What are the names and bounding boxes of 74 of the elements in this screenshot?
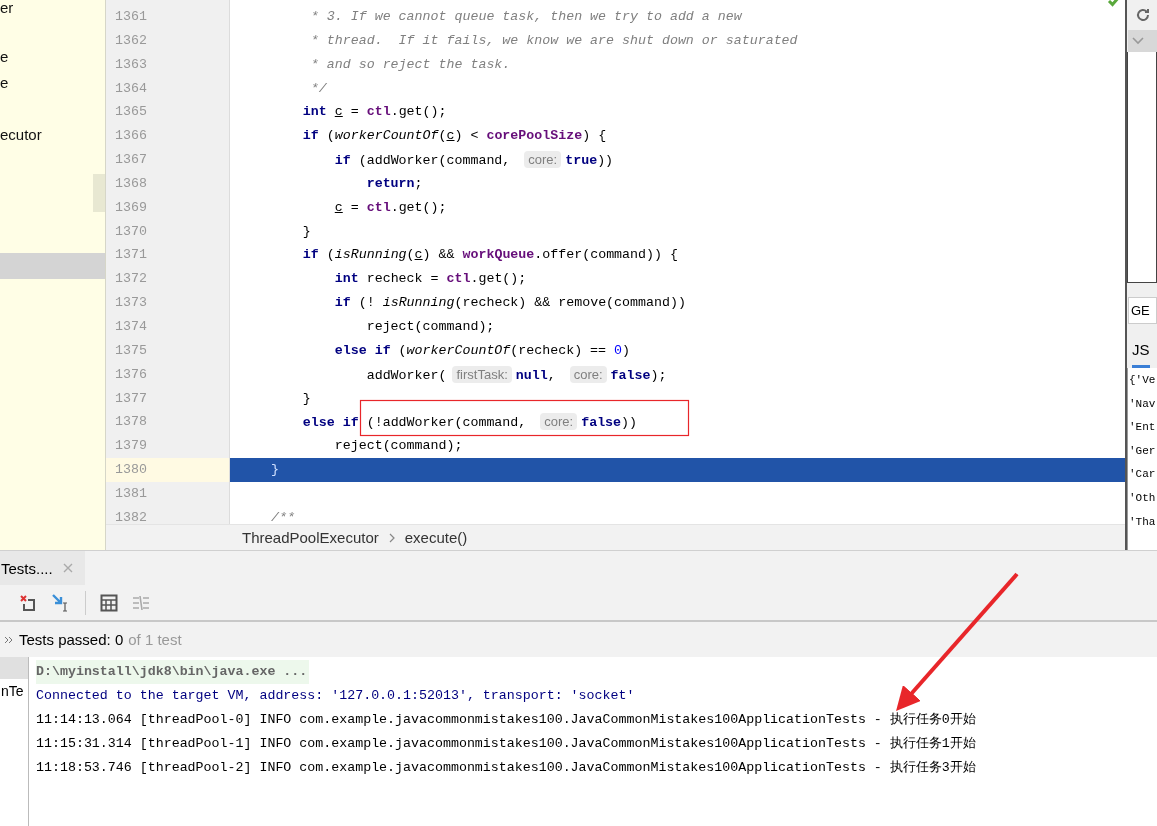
- code-line: c = ctl.get();: [333, 198, 448, 217]
- code-line: else if (workerCountOf(recheck) == 0): [333, 341, 632, 360]
- line-number: 1378: [114, 413, 148, 432]
- response-line: 'Ger: [1128, 443, 1157, 459]
- dropdown[interactable]: [1128, 30, 1157, 52]
- line-number: 1371: [114, 246, 148, 265]
- line-number: 1374: [114, 317, 148, 336]
- tree-item[interactable]: e: [0, 70, 105, 96]
- response-line: 'Ent: [1128, 420, 1157, 436]
- response-line: {'Ve: [1128, 373, 1157, 388]
- line-number: 1367: [114, 151, 148, 170]
- line-number: 1370: [114, 222, 148, 241]
- line-number: 1377: [114, 389, 148, 408]
- response-line: 'Car: [1128, 467, 1157, 483]
- text-area[interactable]: [1127, 52, 1157, 283]
- chevron-icon: [388, 532, 395, 543]
- response-line: 'Nav: [1128, 396, 1157, 412]
- line-number: 1365: [114, 103, 148, 122]
- line-number: 1379: [114, 437, 148, 456]
- code-line: }: [301, 222, 312, 241]
- code-line: if (addWorker(command, core: true)): [333, 150, 615, 171]
- expand-icon[interactable]: [4, 635, 14, 644]
- line-number: 1366: [114, 127, 148, 146]
- code-line: addWorker( firstTask: null, core: false);: [365, 364, 668, 385]
- chevron-down-icon: [1132, 37, 1144, 45]
- line-number: 1361: [114, 8, 148, 26]
- response-line: 'Tha: [1128, 514, 1157, 530]
- response-line: 'Oth: [1128, 490, 1157, 506]
- tree-item[interactable]: nTe: [1, 683, 24, 699]
- code-line: * thread. If it fails, we know we are shut down or saturated: [309, 31, 799, 50]
- tree-item[interactable]: ecutor: [0, 122, 105, 148]
- close-icon[interactable]: [62, 563, 73, 573]
- code-line: if (! isRunning(recheck) && remove(command)): [333, 294, 687, 313]
- code-line: }: [301, 389, 312, 408]
- line-number: 1375: [114, 341, 148, 360]
- code-line: int c = ctl.get();: [301, 103, 448, 122]
- code-line: if (isRunning(c) && workQueue.offer(command)) {: [301, 246, 679, 265]
- tree-item[interactable]: er: [0, 0, 105, 21]
- line-number: 1381: [114, 484, 148, 503]
- line-number: 1382: [114, 508, 148, 525]
- code-line: if (workerCountOf(c) < corePoolSize) {: [301, 127, 608, 146]
- scrollbar-thumb[interactable]: [93, 174, 105, 212]
- console-line: Connected to the target VM, address: '127.0.0.1:52013', transport: 'socket': [36, 687, 635, 705]
- test-count: of 1 test: [128, 631, 182, 648]
- line-number: 1368: [114, 174, 148, 193]
- method-field[interactable]: GE: [1128, 297, 1157, 324]
- line-number: 1364: [114, 79, 148, 98]
- breadcrumb-item[interactable]: execute(): [404, 529, 468, 546]
- test-status: Tests passed: 0: [19, 631, 124, 648]
- code-line: reject(command);: [333, 437, 464, 456]
- code-line: */: [309, 79, 328, 98]
- code-line: int recheck = ctl.get();: [333, 270, 528, 289]
- console-line: 11:14:13.064 [threadPool-0] INFO com.example.javacommonmistakes100.JavaCommonMistakes100ApplicationTests - 执行任务0开始: [36, 711, 976, 729]
- tree-item[interactable]: e: [0, 44, 105, 70]
- line-number: 1362: [114, 31, 148, 50]
- run-tab[interactable]: Tests....: [0, 551, 85, 585]
- line-number: 1372: [114, 270, 148, 289]
- code-line: * and so reject the task.: [309, 55, 512, 74]
- line-number: 1369: [114, 198, 148, 217]
- code-line: else if (!addWorker(command, core: false)): [301, 412, 639, 433]
- line-number: 1373: [114, 294, 148, 313]
- code-line: return;: [365, 174, 424, 193]
- line-number: 1363: [114, 55, 148, 74]
- console-line: 11:15:31.314 [threadPool-1] INFO com.example.javacommonmistakes100.JavaCommonMistakes100ApplicationTests - 执行任务1开始: [36, 735, 976, 753]
- code-line: * 3. If we cannot queue task, then we try to add a new: [309, 8, 743, 26]
- compare-icon[interactable]: [132, 593, 150, 612]
- console-line: 11:18:53.746 [threadPool-2] INFO com.example.javacommonmistakes100.JavaCommonMistakes100ApplicationTests - 执行任务3开始: [36, 759, 976, 777]
- code-line: /**: [269, 508, 296, 525]
- line-number: 1380: [106, 458, 229, 482]
- line-number: 1376: [114, 365, 148, 384]
- breadcrumb-item[interactable]: ThreadPoolExecutor: [242, 529, 379, 546]
- code-line: reject(command);: [365, 317, 496, 336]
- refresh-icon[interactable]: [1135, 7, 1151, 23]
- table-icon[interactable]: [100, 593, 118, 612]
